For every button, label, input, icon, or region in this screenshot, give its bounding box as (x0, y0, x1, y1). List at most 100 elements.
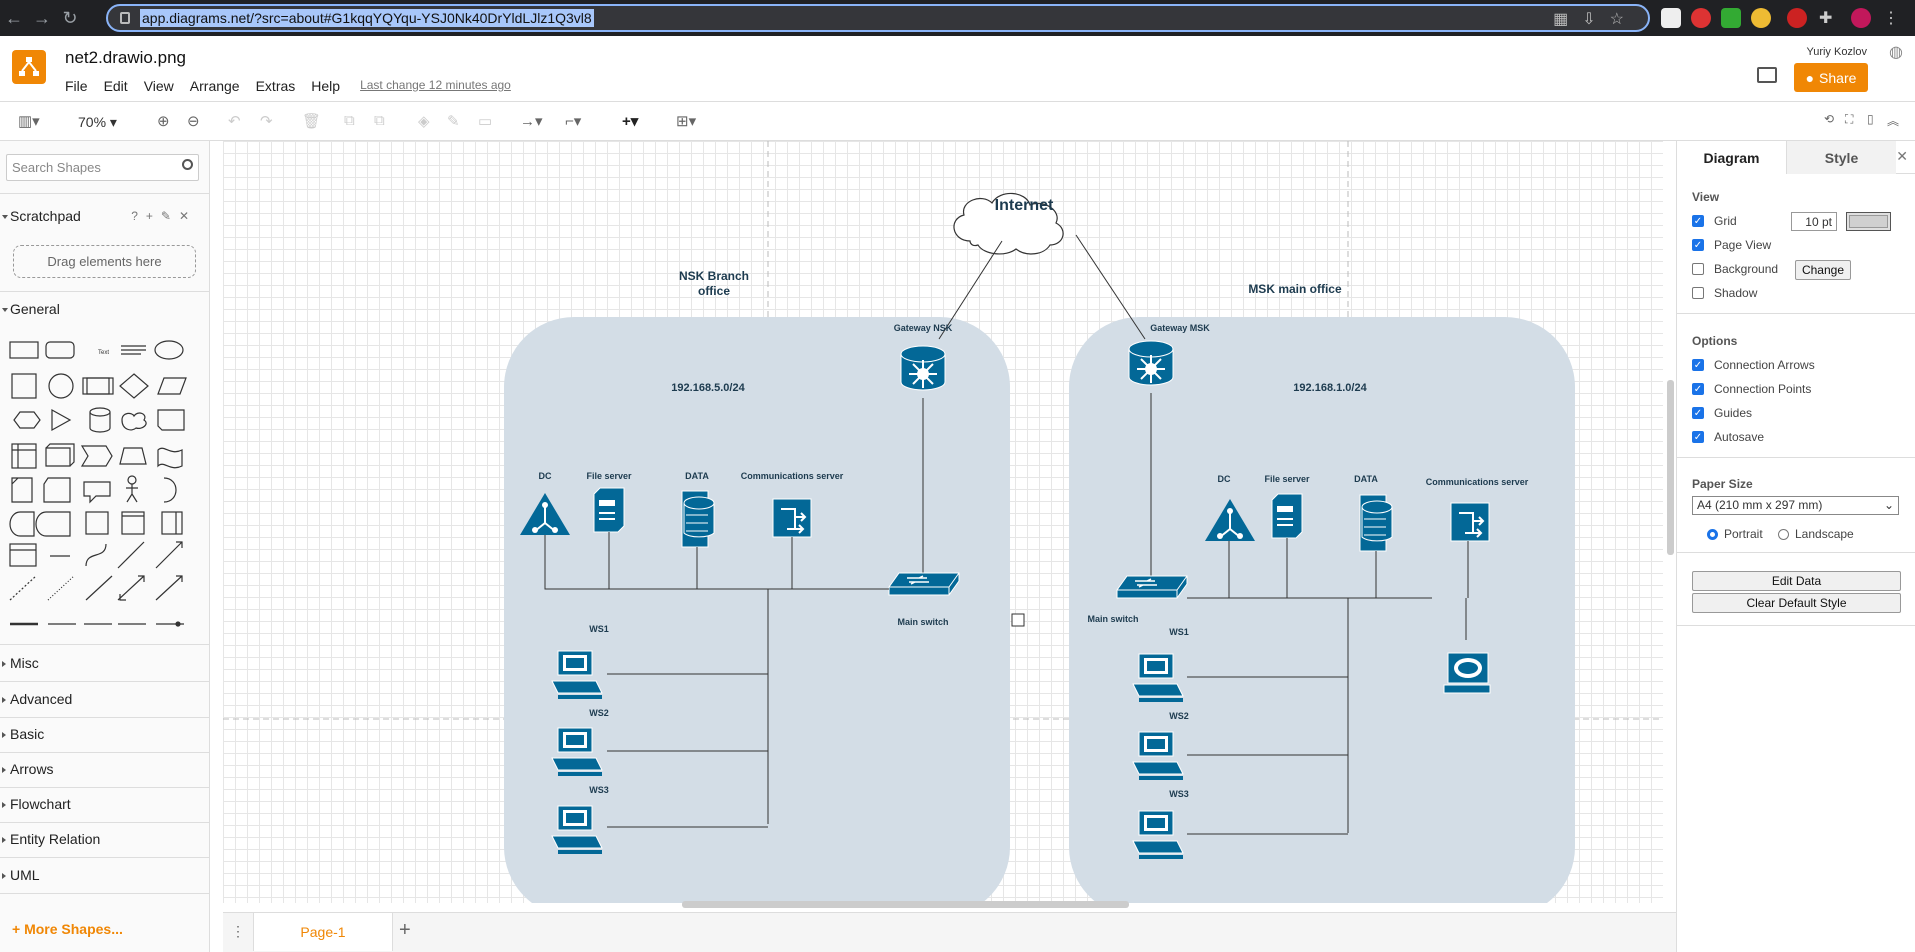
redo-icon[interactable]: ↷ (260, 112, 273, 130)
globe-icon[interactable]: ◍ (1889, 42, 1903, 62)
msk-monitor-icon[interactable] (1443, 652, 1491, 694)
grid-checkbox[interactable]: ✓ Grid (1692, 214, 1737, 228)
diagram-canvas[interactable]: Internet NSK Branch office Gateway NSK 19… (223, 141, 1663, 903)
divider (0, 752, 210, 753)
arrows-section-header[interactable]: Arrows (0, 761, 210, 777)
puzzle-icon[interactable]: ✚ (1819, 8, 1839, 28)
kebab-menu-icon[interactable]: ⋮ (1881, 8, 1901, 28)
msk-gateway-router-icon[interactable] (1128, 340, 1174, 386)
menu-help[interactable]: Help (311, 78, 340, 94)
file-title[interactable]: net2.drawio.png (65, 48, 186, 68)
page-tab[interactable]: Page-1 (253, 913, 393, 951)
to-front-icon[interactable]: ⧉ (344, 112, 355, 129)
small-rectangle-shape[interactable] (1011, 613, 1025, 627)
edit-data-button[interactable]: Edit Data (1692, 571, 1901, 591)
zoom-out-icon[interactable]: ⊖ (187, 112, 200, 130)
connection-style-icon[interactable]: →▾ (520, 112, 543, 130)
background-checkbox[interactable]: Background (1692, 262, 1778, 276)
nsk-main-switch-icon[interactable] (888, 572, 960, 596)
tab-diagram[interactable]: Diagram (1677, 141, 1786, 174)
general-section-header[interactable]: General (0, 301, 210, 317)
extension-icon[interactable] (1751, 8, 1771, 28)
tab-style[interactable]: Style (1786, 141, 1896, 174)
fill-color-icon[interactable]: ◈ (418, 112, 430, 130)
entity-relation-section-header[interactable]: Entity Relation (0, 831, 210, 847)
connection-points-checkbox[interactable]: ✓ Connection Points (1692, 382, 1811, 396)
guides-checkbox[interactable]: ✓ Guides (1692, 406, 1752, 420)
flowchart-section-header[interactable]: Flowchart (0, 796, 210, 812)
fullscreen-icon[interactable]: ⛶ (1845, 112, 1853, 127)
shadow-checkbox[interactable]: Shadow (1692, 286, 1757, 300)
vertical-scrollbar[interactable] (1667, 380, 1674, 555)
format-panel-toggle-icon[interactable]: ▥▾ (18, 112, 40, 130)
last-change-link[interactable]: Last change 12 minutes ago (360, 78, 511, 94)
extension-icon[interactable] (1661, 8, 1681, 28)
extension-icon[interactable] (1721, 8, 1741, 28)
msk-comm-server-icon[interactable] (1450, 502, 1490, 542)
paper-size-select[interactable]: A4 (210 mm x 297 mm) ⌄ (1692, 496, 1899, 515)
reset-view-icon[interactable]: ⟲ (1824, 112, 1834, 126)
general-shapes-palette[interactable]: Text (6, 336, 206, 636)
clear-default-style-button[interactable]: Clear Default Style (1692, 593, 1901, 613)
nsk-comm-server-icon[interactable] (772, 498, 812, 538)
zoom-select[interactable]: 70% ▾ (78, 114, 117, 131)
add-page-icon[interactable]: + (399, 919, 411, 942)
pages-menu-icon[interactable]: ⋮ (231, 923, 245, 940)
network-diagram[interactable]: Internet NSK Branch office Gateway NSK 19… (223, 141, 1663, 903)
menu-view[interactable]: View (144, 78, 174, 94)
more-shapes-button[interactable]: + More Shapes... (12, 921, 123, 937)
autosave-checkbox[interactable]: ✓ Autosave (1692, 430, 1764, 444)
scratchpad-dropzone[interactable]: Drag elements here (13, 245, 196, 278)
menu-extras[interactable]: Extras (256, 78, 296, 94)
user-name[interactable]: Yuriy Kozlov (1806, 46, 1867, 58)
collapse-icon[interactable]: ︽ (1887, 112, 1899, 129)
connection-arrows-checkbox[interactable]: ✓ Connection Arrows (1692, 358, 1815, 372)
menu-arrange[interactable]: Arrange (190, 78, 240, 94)
uml-section-header[interactable]: UML (0, 867, 210, 883)
reload-icon[interactable]: ↻ (56, 8, 84, 29)
adblock-icon[interactable] (1787, 8, 1807, 28)
back-icon[interactable]: ← (0, 8, 28, 29)
scratchpad-actions-icon[interactable]: ?+✎✕ (131, 209, 197, 223)
basic-section-header[interactable]: Basic (0, 726, 210, 742)
menu-file[interactable]: File (65, 78, 88, 94)
zoom-in-icon[interactable]: ⊕ (157, 112, 170, 130)
profile-avatar[interactable] (1851, 8, 1871, 28)
search-shapes-input[interactable]: Search Shapes (6, 154, 199, 181)
table-icon[interactable]: ⊞▾ (676, 112, 696, 130)
to-back-icon[interactable]: ⧉ (374, 112, 385, 129)
forward-icon[interactable]: → (28, 8, 56, 29)
nsk-gateway-router-icon[interactable] (900, 345, 946, 391)
misc-section-header[interactable]: Misc (0, 655, 210, 671)
address-bar-actions-icon[interactable]: ▦⇩☆ (1553, 9, 1638, 29)
insert-icon[interactable]: +▾ (622, 112, 638, 130)
checkbox-checked-icon: ✓ (1692, 407, 1704, 419)
close-icon[interactable]: ✕ (1896, 148, 1908, 165)
panel-toggle-icon[interactable]: ▯ (1867, 112, 1874, 126)
line-color-icon[interactable]: ✎ (447, 112, 460, 130)
page-view-checkbox[interactable]: ✓ Page View (1692, 238, 1771, 252)
chevron-down-icon: ⌄ (1883, 498, 1894, 512)
share-button[interactable]: ● Share (1794, 63, 1868, 92)
grid-color-button[interactable] (1846, 212, 1891, 231)
menu-edit[interactable]: Edit (104, 78, 128, 94)
url-text[interactable]: app.diagrams.net/?src=about#G1kqqYQYqu-Y… (140, 9, 594, 27)
extension-icon[interactable] (1691, 8, 1711, 28)
waypoints-icon[interactable]: ⌐▾ (565, 112, 581, 130)
portrait-radio[interactable]: Portrait (1707, 527, 1763, 541)
delete-icon[interactable]: 🗑 (302, 112, 321, 130)
horizontal-scrollbar[interactable] (682, 901, 1129, 908)
comment-icon[interactable] (1757, 67, 1777, 83)
msk-main-switch-icon[interactable] (1116, 575, 1188, 599)
nsk-fileserver-icon[interactable] (593, 487, 625, 533)
search-icon[interactable] (182, 159, 193, 170)
divider (0, 787, 210, 788)
shadow-icon[interactable]: ▭ (478, 112, 492, 130)
msk-fileserver-icon[interactable] (1271, 493, 1303, 539)
address-bar[interactable]: app.diagrams.net/?src=about#G1kqqYQYqu-Y… (106, 4, 1650, 32)
landscape-radio[interactable]: Landscape (1778, 527, 1854, 541)
change-background-button[interactable]: Change (1795, 260, 1851, 280)
advanced-section-header[interactable]: Advanced (0, 691, 210, 707)
grid-size-input[interactable]: 10 pt (1791, 212, 1837, 231)
undo-icon[interactable]: ↶ (228, 112, 241, 130)
